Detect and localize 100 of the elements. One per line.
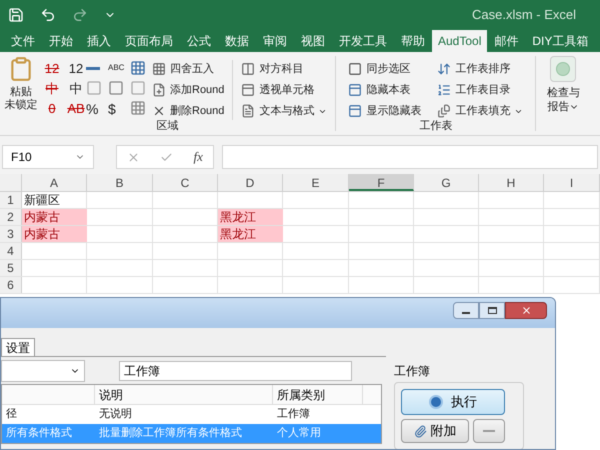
ribbon-button[interactable]: 四舍五入 <box>148 60 228 78</box>
ribbon-tab[interactable]: 开发工具 <box>332 30 394 52</box>
table-cell: 新疆区 <box>22 192 87 208</box>
attach-button[interactable]: 附加 <box>401 419 469 443</box>
close-icon <box>520 305 532 316</box>
glyph-icon[interactable]: 中 <box>42 80 62 98</box>
ribbon-tab[interactable]: 数据 <box>218 30 256 52</box>
name-box[interactable]: F10 <box>2 145 94 169</box>
table-cell: 内蒙古 <box>22 226 87 242</box>
minimize-button[interactable] <box>453 302 479 319</box>
glyph-icon[interactable]: 中 <box>66 80 86 98</box>
glyph-icon[interactable]: 0 <box>42 100 62 118</box>
ribbon-tab[interactable]: 文件 <box>4 30 42 52</box>
save-icon[interactable] <box>8 7 24 23</box>
column-header[interactable]: I <box>544 174 600 191</box>
list-row[interactable]: 径 无说明 工作簿 <box>2 405 381 424</box>
glyph-icon[interactable]: 12 <box>42 60 62 78</box>
ribbon-button[interactable]: 同步选区 <box>344 60 426 78</box>
ribbon-tab[interactable]: 邮件 <box>487 30 526 52</box>
window-title: Case.xlsm - Excel <box>472 6 576 24</box>
column-header[interactable]: 说明 <box>95 385 273 404</box>
column-header[interactable]: D <box>218 174 283 191</box>
dialog-tab[interactable]: 设置 <box>1 338 35 356</box>
columns-icon <box>241 62 256 76</box>
symbol-button[interactable]: $ <box>108 100 126 118</box>
check-icon[interactable] <box>160 150 174 164</box>
column-header[interactable]: B <box>87 174 153 191</box>
ribbon-button[interactable]: 显示隐藏表 <box>344 102 426 120</box>
abc-icon[interactable]: ABC <box>108 60 126 76</box>
ribbon-tab[interactable]: DIY工具箱 <box>525 30 596 52</box>
paperclip-icon <box>414 424 426 438</box>
minimize-icon <box>462 312 470 314</box>
column-header[interactable]: C <box>153 174 218 191</box>
dropdown-field[interactable] <box>1 360 85 382</box>
column-header[interactable]: G <box>414 174 479 191</box>
undo-icon[interactable] <box>40 7 56 23</box>
remove-button[interactable] <box>473 419 505 443</box>
ribbon-tab[interactable]: 插入 <box>80 30 118 52</box>
ribbon-button[interactable]: 删除Round <box>148 102 228 120</box>
grid-icon <box>152 62 166 76</box>
row-header[interactable]: 2 <box>0 209 22 225</box>
run-button[interactable]: 执行 <box>401 389 505 415</box>
ribbon-button[interactable]: 添加Round <box>148 81 228 99</box>
row-header[interactable]: 5 <box>0 260 22 276</box>
square-icon[interactable] <box>86 80 102 96</box>
list-icon <box>437 83 452 97</box>
table-cell: 黑龙江 <box>218 209 283 225</box>
row-header[interactable]: 6 <box>0 277 22 293</box>
paste-button[interactable]: 粘贴 未锁定 <box>0 56 42 112</box>
ribbon-tab[interactable]: 审阅 <box>256 30 294 52</box>
ribbon-tab[interactable]: 开始 <box>42 30 80 52</box>
glyph-icon[interactable]: 12 <box>66 60 86 78</box>
grid-icon[interactable] <box>130 60 146 76</box>
square-icon[interactable] <box>130 80 146 96</box>
sheet-icon <box>348 104 362 118</box>
column-header[interactable]: F <box>349 174 414 191</box>
row-header[interactable]: 4 <box>0 243 22 259</box>
ribbon-tab[interactable]: AudTool <box>432 30 488 52</box>
row-header[interactable]: 3 <box>0 226 22 242</box>
column-header[interactable]: 所属类别 <box>273 385 363 404</box>
ribbon-button[interactable]: 透视单元格 <box>237 81 332 99</box>
minus-icon <box>483 430 495 432</box>
close-button[interactable] <box>505 302 547 319</box>
square-icon[interactable] <box>108 80 124 96</box>
ribbon-button[interactable]: 工作表目录 <box>433 81 528 99</box>
ribbon-tab[interactable]: 帮助 <box>394 30 432 52</box>
ribbon-tab[interactable]: 视图 <box>294 30 332 52</box>
group-label: 区域 <box>156 119 179 134</box>
ribbon-button[interactable]: 文本与格式 <box>237 102 332 120</box>
dash-icon[interactable] <box>86 66 100 70</box>
ribbon-button[interactable]: 对方科目 <box>237 60 332 78</box>
group-label: 工作簿 <box>394 363 431 380</box>
ribbon-button[interactable]: 隐藏本表 <box>344 81 426 99</box>
symbol-button[interactable]: % <box>86 100 104 118</box>
sheet-icon <box>348 83 362 97</box>
table-cell: 内蒙古 <box>22 209 87 225</box>
group-label: 工作表 <box>419 119 452 134</box>
cancel-icon[interactable] <box>127 150 140 164</box>
text-format-icon <box>241 104 256 118</box>
pages-icon <box>437 104 452 118</box>
ribbon-button[interactable]: 工作表排序 <box>433 60 528 78</box>
table-cell: 黑龙江 <box>218 226 283 242</box>
ribbon-button[interactable]: 工作表填充 <box>433 102 528 120</box>
glyph-icon[interactable]: AB <box>66 100 86 118</box>
maximize-button[interactable] <box>479 302 505 319</box>
column-header[interactable]: A <box>22 174 87 191</box>
maximize-icon <box>488 307 496 314</box>
formula-input[interactable] <box>222 145 598 169</box>
page-plus-icon <box>152 83 166 97</box>
name-field[interactable]: 工作簿 <box>119 360 352 380</box>
function-button[interactable]: fx <box>194 147 203 167</box>
row-header[interactable]: 1 <box>0 192 22 208</box>
ribbon-tab[interactable]: 页面布局 <box>118 30 180 52</box>
square-icon <box>348 62 362 76</box>
ribbon-tab[interactable]: 公式 <box>180 30 218 52</box>
column-header[interactable]: H <box>479 174 544 191</box>
sort-icon <box>437 62 452 76</box>
cell-icon <box>241 83 256 97</box>
check-report-button[interactable]: 检查与 报告 <box>536 52 590 122</box>
cross-icon <box>152 104 166 118</box>
